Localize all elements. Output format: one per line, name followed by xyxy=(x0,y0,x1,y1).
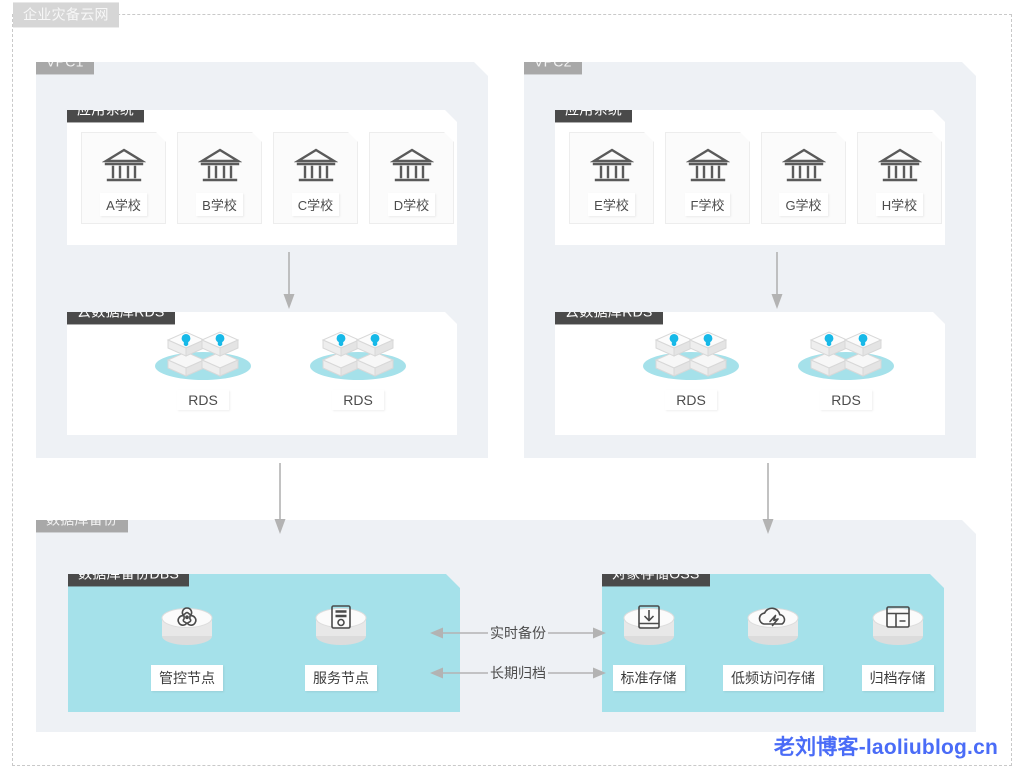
watermark: 老刘博客-laoliublog.cn xyxy=(773,736,998,759)
rds-cluster-icon xyxy=(791,326,901,388)
school-label: H学校 xyxy=(876,193,923,216)
rds-cluster-icon xyxy=(636,326,746,388)
school-card[interactable]: E学校 xyxy=(569,132,654,224)
dbs-node-label: 服务节点 xyxy=(305,665,377,691)
dbs-panel: 数据库备份DBS 管控节点 服务节点 xyxy=(68,574,460,712)
oss-node-label: 归档存储 xyxy=(862,665,934,691)
vpc1-rds-section-label: 云数据库RDS xyxy=(67,299,175,324)
school-label: A学校 xyxy=(100,193,147,216)
dbs-node[interactable]: 服务节点 xyxy=(289,596,393,691)
vpc2-to-backup-arrow xyxy=(760,463,776,540)
realtime-backup-link: 实时备份 xyxy=(430,616,606,650)
rds-node[interactable]: RDS xyxy=(144,326,262,410)
standard-storage-icon xyxy=(617,596,681,659)
school-card[interactable]: H学校 xyxy=(857,132,942,224)
vpc2-panel: VPC2 应用系统 E学校 F学校 G学校 xyxy=(524,62,976,458)
bank-icon xyxy=(390,146,434,186)
vpc2-app-to-rds-arrow xyxy=(769,252,785,315)
rds-label: RDS xyxy=(665,390,717,410)
oss-panel: 对象存储OSS 标准存储 低频访问存储 归档存储 xyxy=(602,574,944,712)
vpc1-school-list: A学校 B学校 C学校 D学校 xyxy=(81,132,454,224)
dbs-node[interactable]: 管控节点 xyxy=(135,596,239,691)
long-term-archive-link: 长期归档 xyxy=(430,656,606,690)
school-label: B学校 xyxy=(196,193,243,216)
vpc2-application-system-panel: 应用系统 E学校 F学校 G学校 H学校 xyxy=(555,110,945,245)
school-label: E学校 xyxy=(588,193,635,216)
bank-icon xyxy=(878,146,922,186)
realtime-backup-label: 实时备份 xyxy=(490,625,546,641)
oss-node-label: 标准存储 xyxy=(613,665,685,691)
rds-label: RDS xyxy=(820,390,872,410)
vpc2-school-list: E学校 F学校 G学校 H学校 xyxy=(569,132,942,224)
school-card[interactable]: C学校 xyxy=(273,132,358,224)
bank-icon xyxy=(294,146,338,186)
vpc1-rds-panel: 云数据库RDS RDS RDS xyxy=(67,312,457,435)
rds-label: RDS xyxy=(332,390,384,410)
rds-node[interactable]: RDS xyxy=(632,326,750,410)
school-label: G学校 xyxy=(779,193,827,216)
vpc2-rds-section-label: 云数据库RDS xyxy=(555,299,663,324)
control-node-icon xyxy=(155,596,219,659)
vpc1-panel: VPC1 应用系统 A学校 B学校 C学校 xyxy=(36,62,488,458)
oss-node[interactable]: 标准存储 xyxy=(602,596,695,691)
school-card[interactable]: D学校 xyxy=(369,132,454,224)
bank-icon xyxy=(102,146,146,186)
school-card[interactable]: F学校 xyxy=(665,132,750,224)
school-card[interactable]: A学校 xyxy=(81,132,166,224)
vpc1-to-backup-arrow xyxy=(272,463,288,540)
bank-icon xyxy=(590,146,634,186)
school-label: D学校 xyxy=(388,193,435,216)
vpc2-app-section-label: 应用系统 xyxy=(555,97,632,122)
vpc1-app-to-rds-arrow xyxy=(281,252,297,315)
rds-node[interactable]: RDS xyxy=(787,326,905,410)
bank-icon xyxy=(686,146,730,186)
oss-node-list: 标准存储 低频访问存储 归档存储 xyxy=(602,596,944,691)
archive-storage-icon xyxy=(866,596,930,659)
vpc2-rds-panel: 云数据库RDS RDS RDS xyxy=(555,312,945,435)
school-label: F学校 xyxy=(685,193,731,216)
dbs-label: 数据库备份DBS xyxy=(68,561,189,586)
school-card[interactable]: B学校 xyxy=(177,132,262,224)
long-term-archive-label: 长期归档 xyxy=(490,665,546,681)
service-node-icon xyxy=(309,596,373,659)
dbs-node-list: 管控节点 服务节点 xyxy=(68,596,460,691)
rds-label: RDS xyxy=(177,390,229,410)
bank-icon xyxy=(782,146,826,186)
oss-node[interactable]: 归档存储 xyxy=(851,596,944,691)
oss-label: 对象存储OSS xyxy=(602,561,710,586)
rds-node[interactable]: RDS xyxy=(299,326,417,410)
oss-node[interactable]: 低频访问存储 xyxy=(723,596,823,691)
oss-node-label: 低频访问存储 xyxy=(723,665,823,691)
vpc1-app-section-label: 应用系统 xyxy=(67,97,144,122)
bank-icon xyxy=(198,146,242,186)
school-label: C学校 xyxy=(292,193,339,216)
cloud-label: 企业灾备云网 xyxy=(13,2,119,28)
rds-cluster-icon xyxy=(303,326,413,388)
infrequent-access-icon xyxy=(741,596,805,659)
rds-cluster-icon xyxy=(148,326,258,388)
dbs-node-label: 管控节点 xyxy=(151,665,223,691)
school-card[interactable]: G学校 xyxy=(761,132,846,224)
vpc1-application-system-panel: 应用系统 A学校 B学校 C学校 D学校 xyxy=(67,110,457,245)
